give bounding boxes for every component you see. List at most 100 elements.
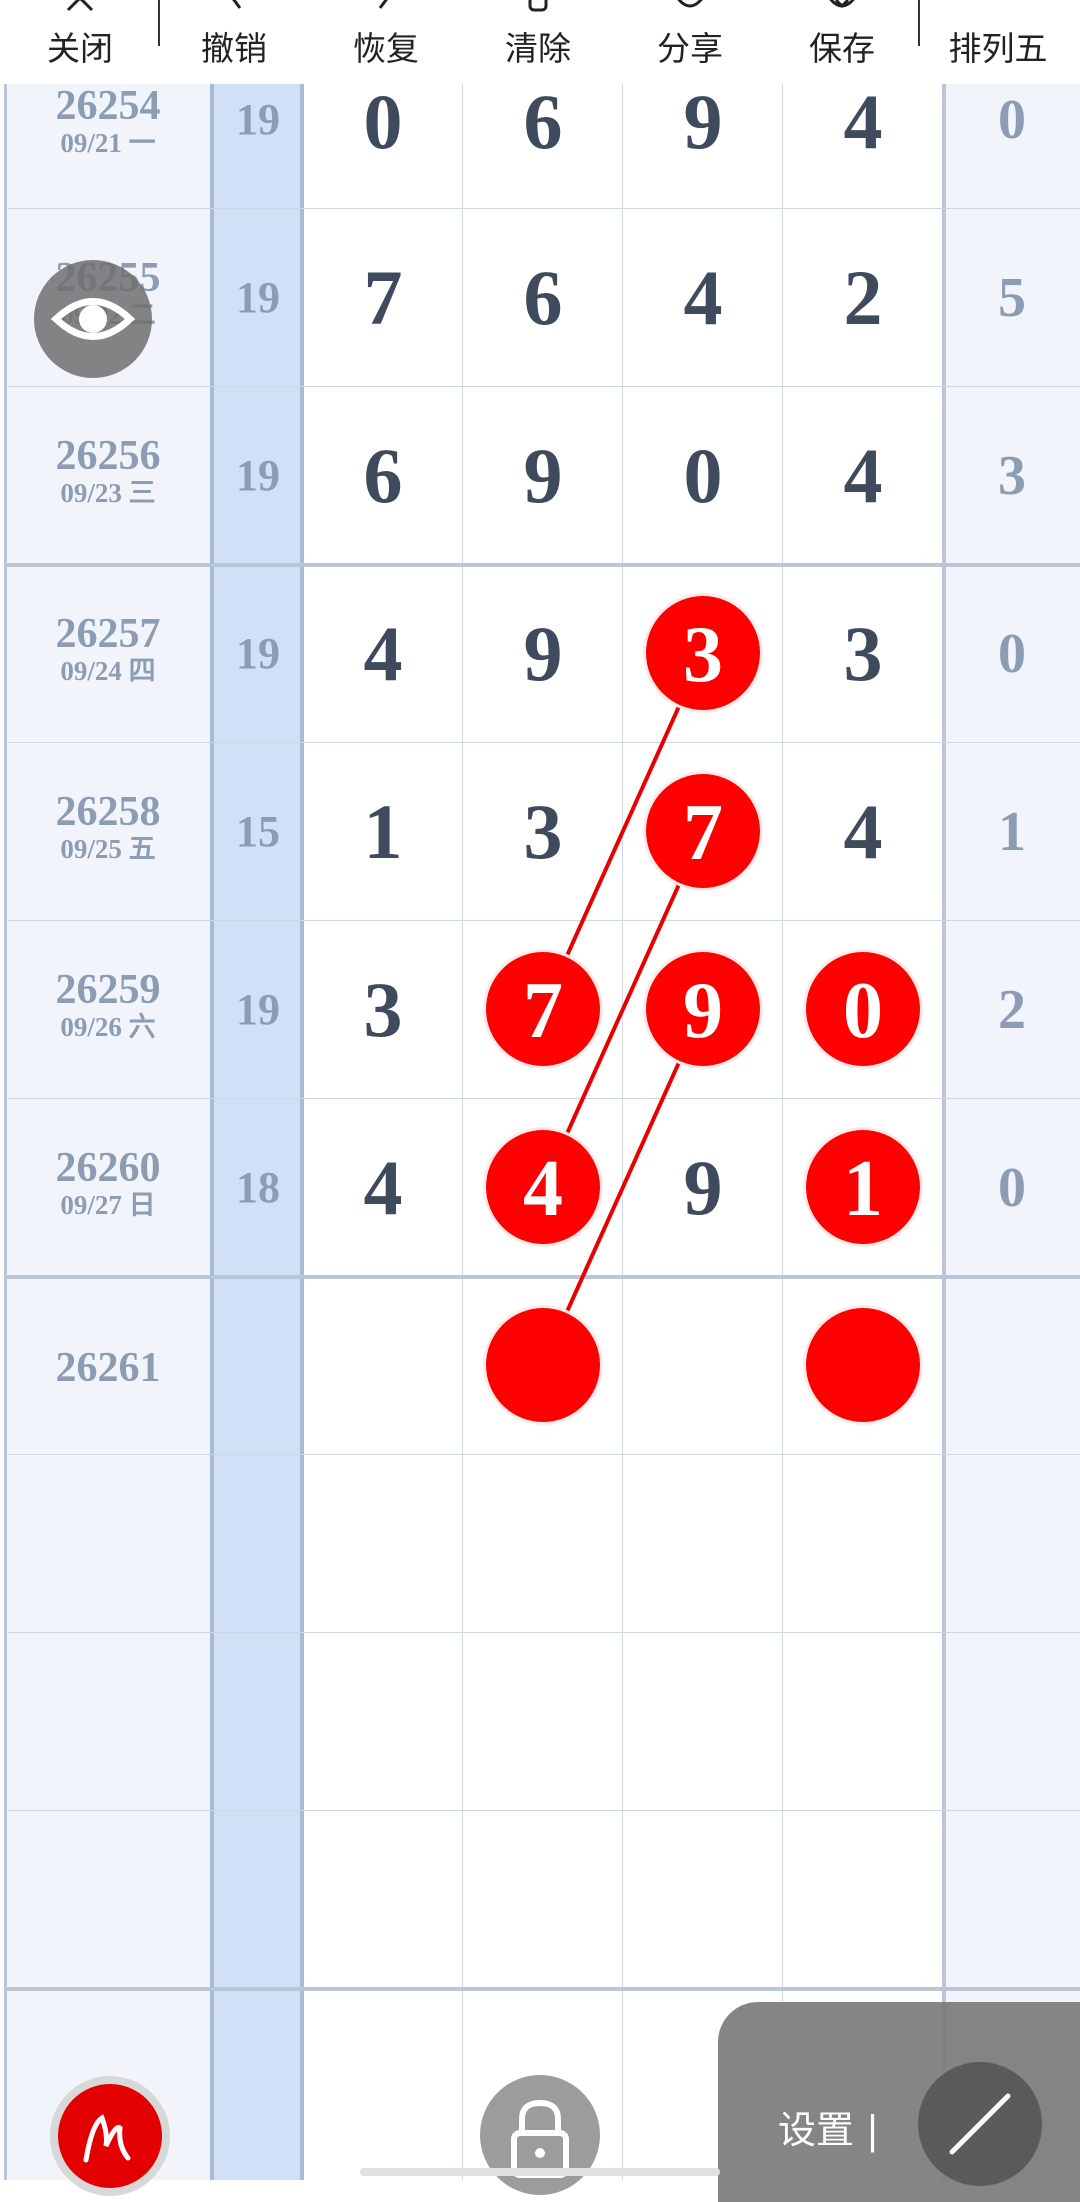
share-icon (677, 0, 703, 8)
close-icon (66, 0, 94, 12)
lock-button[interactable] (480, 2075, 600, 2195)
sum-column (213, 84, 303, 2180)
digit-cell[interactable]: 6 (463, 84, 623, 162)
issue-date: 09/23 三 (60, 478, 156, 508)
undo-button[interactable]: 撤销 (164, 0, 304, 84)
grid-line (6, 1810, 1080, 1811)
digit-cell[interactable]: 9 (463, 436, 623, 516)
share-label: 分享 (657, 29, 723, 68)
issue-date: 09/21 一 (60, 128, 156, 158)
grid-line (6, 1454, 1080, 1455)
line-tool-button[interactable] (918, 2062, 1042, 2186)
issue-date: 09/25 五 (60, 834, 156, 864)
digit-cell[interactable]: 7 (303, 258, 463, 338)
digit-cell[interactable]: 3 (463, 792, 623, 872)
close-label: 关闭 (47, 29, 113, 68)
digit-cell[interactable]: 6 (303, 436, 463, 516)
grid-line (210, 84, 214, 2180)
grid-line (6, 920, 1080, 921)
digit-cell[interactable]: 3 (783, 614, 943, 694)
extra-value: 2 (998, 979, 1026, 1041)
issue-number: 26256 (55, 433, 161, 479)
clear-icon (528, 0, 548, 12)
issue-number: 26260 (55, 1145, 161, 1191)
grid-line (6, 386, 1080, 387)
settings-panel: 设置 | (718, 2002, 1080, 2202)
row-issue-cell: 26261 (6, 1346, 210, 1390)
issue-number: 26258 (55, 789, 161, 835)
issue-number: 26257 (55, 611, 161, 657)
pen-color-swatch (58, 2084, 162, 2188)
grid-line (6, 563, 1080, 567)
digit-cell[interactable]: 9 (623, 1148, 783, 1228)
eye-icon (50, 298, 136, 340)
digit-cell[interactable]: 4 (783, 84, 943, 162)
top-toolbar: 关闭 撤销 恢复 清除 分享 保存 排列五 (0, 0, 1080, 84)
row-issue-cell: 26257 09/24 四 (6, 612, 210, 686)
grid-line (622, 84, 623, 2180)
pen-icon (83, 2114, 131, 2163)
settings-button[interactable]: 设置 | (778, 2099, 879, 2154)
save-icon (829, 0, 855, 9)
sum-value: 18 (236, 1163, 280, 1212)
toolbar-separator (158, 0, 160, 46)
close-button[interactable]: 关闭 (10, 0, 150, 84)
digit-cell[interactable]: 0 (623, 436, 783, 516)
row-issue-cell: 26259 09/26 六 (6, 968, 210, 1042)
lock-icon (511, 2099, 569, 2178)
line-tool-icon (949, 2093, 1011, 2155)
trend-chart-grid: 2625409/21 一 19 0 6 9 4 0 2625509/22 二 1… (0, 84, 1080, 2180)
grid-line (942, 84, 946, 2180)
row-issue-cell: 26256 09/23 三 (6, 434, 210, 508)
issue-date: 09/24 四 (60, 656, 156, 686)
digit-cell[interactable]: 4 (303, 614, 463, 694)
grid-line (300, 84, 304, 2180)
redo-button[interactable]: 恢复 (316, 0, 456, 84)
lottery-type-selector[interactable]: 排列五 (928, 0, 1068, 84)
issue-column (6, 84, 210, 2180)
digit-cell[interactable]: 3 (303, 970, 463, 1050)
grid-line (6, 1098, 1080, 1099)
sum-value: 19 (236, 95, 280, 144)
extra-value: 3 (998, 445, 1026, 507)
share-button[interactable]: 分享 (620, 0, 760, 84)
digit-cell[interactable]: 4 (783, 792, 943, 872)
grid-line (6, 208, 1080, 209)
digit-cell[interactable]: 9 (463, 614, 623, 694)
extra-value: 0 (998, 623, 1026, 685)
extra-value: 1 (998, 801, 1026, 863)
undo-label: 撤销 (201, 29, 267, 68)
row-issue-cell: 26254 09/21 一 (6, 84, 210, 158)
extra-value: 5 (998, 267, 1026, 329)
save-button[interactable]: 保存 (772, 0, 912, 84)
digit-cell[interactable]: 2 (783, 258, 943, 338)
extra-column (944, 84, 1080, 2180)
visibility-toggle-button[interactable] (34, 260, 152, 378)
digit-cell[interactable]: 4 (783, 436, 943, 516)
dropdown-icon (978, 0, 1018, 16)
redo-icon (378, 0, 388, 9)
digit-cell[interactable]: 6 (463, 258, 623, 338)
grid-line (462, 84, 463, 2180)
grid-line (6, 742, 1080, 743)
grid-line (4, 84, 7, 2180)
clear-label: 清除 (505, 29, 571, 68)
digit-cell[interactable]: 0 (303, 84, 463, 162)
grid-line (6, 1275, 1080, 1279)
extra-value: 0 (998, 89, 1026, 151)
grid-line (782, 84, 783, 2180)
row-issue-cell: 26258 09/25 五 (6, 790, 210, 864)
digit-cell[interactable]: 4 (303, 1148, 463, 1228)
issue-date: 09/27 日 (60, 1190, 156, 1220)
clear-button[interactable]: 清除 (468, 0, 608, 84)
digit-cell[interactable]: 9 (623, 84, 783, 162)
toolbar-separator (918, 0, 920, 46)
pen-tool-button[interactable] (50, 2076, 170, 2196)
sum-value: 15 (236, 807, 280, 856)
extra-value: 0 (998, 1157, 1026, 1219)
issue-number: 26261 (55, 1345, 161, 1391)
digit-cell[interactable]: 4 (623, 258, 783, 338)
digit-cell[interactable]: 1 (303, 792, 463, 872)
sum-value: 19 (236, 273, 280, 322)
sum-value: 19 (236, 451, 280, 500)
